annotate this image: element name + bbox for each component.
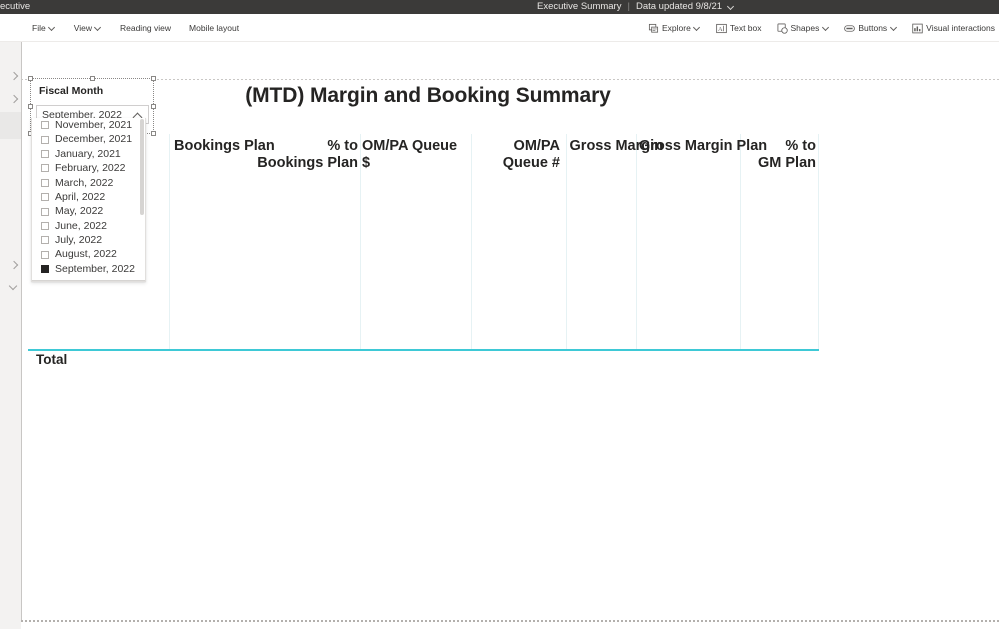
slicer-option-label: August, 2022: [55, 248, 117, 261]
checkbox-icon[interactable]: [41, 221, 49, 230]
menu-file-label: File: [32, 22, 46, 33]
slicer-option[interactable]: September, 2022: [32, 262, 145, 276]
button-visual-interactions[interactable]: Visual interactions: [910, 21, 997, 36]
resize-handle-top-right[interactable]: [151, 76, 156, 81]
slicer-option[interactable]: March, 2022: [32, 176, 145, 190]
slicer-option-label: June, 2022: [55, 219, 107, 232]
checkbox-checked-icon[interactable]: [41, 265, 49, 274]
menu-mobile-layout[interactable]: Mobile layout: [187, 22, 241, 35]
text-box-icon: A: [716, 23, 727, 34]
slicer-option-label: January, 2021: [55, 147, 121, 160]
chevron-down-icon: [822, 25, 829, 32]
column-header-pct-to-gm-plan[interactable]: % to GM Plan: [718, 138, 816, 172]
scrollbar-thumb[interactable]: [140, 119, 144, 215]
slicer-option-label: September, 2022: [55, 262, 135, 275]
button-shapes[interactable]: Shapes: [775, 21, 832, 36]
canvas-top-guide: [21, 79, 999, 80]
checkbox-icon[interactable]: [41, 121, 49, 130]
header-separator: |: [627, 1, 630, 12]
slicer-option-label: July, 2022: [55, 234, 103, 247]
checkbox-icon[interactable]: [41, 236, 49, 245]
rail-highlight-band: [0, 112, 21, 139]
slicer-option-label: November, 2021: [55, 118, 133, 131]
resize-handle-middle-left[interactable]: [28, 104, 33, 109]
chevron-down-icon: [49, 25, 56, 32]
menu-reading-view-label: Reading view: [119, 22, 172, 33]
slicer-option[interactable]: January, 2021: [32, 147, 145, 161]
column-header-ompa-queue-dollar[interactable]: OM/PA Queue $: [362, 138, 469, 172]
button-text-box[interactable]: A Text box: [714, 21, 764, 36]
svg-text:A: A: [718, 25, 723, 32]
matrix-header-row: Bookings Plan % to Bookings Plan OM/PA Q…: [28, 134, 819, 182]
checkbox-icon[interactable]: [41, 149, 49, 158]
matrix-total-label: Total: [36, 352, 68, 367]
slicer-option-label: March, 2022: [55, 176, 114, 189]
button-explore[interactable]: Explore: [646, 21, 703, 36]
button-explore-label: Explore: [662, 22, 691, 33]
button-buttons[interactable]: Buttons: [842, 21, 899, 36]
column-header-pct-to-bookings-plan[interactable]: % to Bookings Plan: [233, 138, 358, 172]
slicer-option-list[interactable]: November, 2021 December, 2021 January, 202…: [31, 118, 146, 282]
checkbox-icon[interactable]: [41, 207, 49, 216]
report-header-group: Executive Summary | Data updated 9/8/21: [537, 1, 735, 12]
report-toolbar: File View Reading view Mobile layout Exp…: [0, 14, 999, 42]
slicer-option-label: December, 2021: [55, 133, 133, 146]
canvas-bottom-guide: [21, 620, 999, 622]
slicer-option[interactable]: November, 2021: [32, 118, 145, 132]
slicer-list-bottom-edge: [32, 280, 145, 281]
buttons-icon: [844, 23, 856, 34]
toolbar-left-group: File View Reading view Mobile layout: [30, 14, 241, 42]
button-text-box-label: Text box: [729, 22, 762, 33]
button-shapes-label: Shapes: [790, 22, 820, 33]
app-title-bar: ecutive Executive Summary | Data updated…: [0, 0, 999, 14]
shapes-icon: [777, 23, 788, 34]
chevron-down-icon: [890, 25, 897, 32]
canvas-left-border: [21, 42, 22, 622]
left-pane-rail: [0, 42, 21, 629]
page-title: (MTD) Margin and Booking Summary: [245, 84, 611, 107]
report-name-label: Executive Summary: [537, 1, 622, 12]
resize-handle-top-left[interactable]: [28, 76, 33, 81]
button-visual-interactions-label: Visual interactions: [926, 22, 995, 33]
slicer-option-label: May, 2022: [55, 205, 104, 218]
matrix-total-divider: [28, 349, 819, 351]
resize-handle-top-center[interactable]: [90, 76, 95, 81]
slicer-list-scrollbar[interactable]: [140, 119, 144, 281]
menu-reading-view[interactable]: Reading view: [118, 22, 173, 35]
menu-view-label: View: [73, 22, 92, 33]
checkbox-icon[interactable]: [41, 250, 49, 259]
resize-handle-bottom-right[interactable]: [151, 131, 156, 136]
checkbox-icon[interactable]: [41, 178, 49, 187]
slicer-option-label: February, 2022: [55, 162, 126, 175]
menu-view[interactable]: View: [72, 22, 104, 35]
chevron-down-icon: [95, 25, 102, 32]
chevron-down-icon[interactable]: [728, 3, 735, 10]
slicer-option[interactable]: December, 2021: [32, 132, 145, 146]
slicer-option[interactable]: June, 2022: [32, 219, 145, 233]
checkbox-icon[interactable]: [41, 135, 49, 144]
menu-file[interactable]: File: [30, 22, 58, 35]
chevron-down-icon: [694, 25, 701, 32]
slicer-option[interactable]: July, 2022: [32, 233, 145, 247]
resize-handle-middle-right[interactable]: [151, 104, 156, 109]
checkbox-icon[interactable]: [41, 193, 49, 202]
visual-interactions-icon: [912, 23, 923, 34]
workspace-title: ecutive: [0, 1, 31, 12]
toolbar-right-group: Explore A Text box Shapes Buttons Visual…: [646, 14, 997, 42]
slicer-option-label: April, 2022: [55, 190, 106, 203]
menu-mobile-layout-label: Mobile layout: [189, 22, 240, 33]
slicer-option[interactable]: April, 2022: [32, 190, 145, 204]
slicer-option[interactable]: August, 2022: [32, 248, 145, 262]
slicer-option[interactable]: February, 2022: [32, 161, 145, 175]
checkbox-icon[interactable]: [41, 164, 49, 173]
matrix-visual[interactable]: Bookings Plan % to Bookings Plan OM/PA Q…: [28, 134, 819, 367]
explore-icon: [648, 23, 659, 34]
button-buttons-label: Buttons: [858, 22, 888, 33]
slicer-option[interactable]: May, 2022: [32, 204, 145, 218]
data-updated-label: Data updated 9/8/21: [635, 1, 723, 12]
